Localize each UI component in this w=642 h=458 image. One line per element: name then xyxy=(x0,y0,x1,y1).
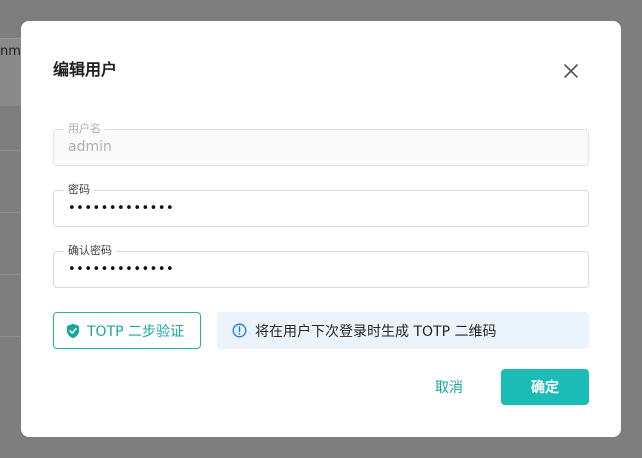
cancel-button[interactable]: 取消 xyxy=(421,369,477,405)
background-divider xyxy=(0,336,22,337)
username-field[interactable]: 用户名 admin xyxy=(53,122,589,166)
confirm-password-field[interactable]: 确认密码 ••••••••••••• xyxy=(53,244,589,288)
background-text: nmc xyxy=(0,44,22,59)
totp-info-alert: 将在用户下次登录时生成 TOTP 二维码 xyxy=(217,312,589,349)
info-circle-icon xyxy=(232,323,247,338)
background-divider xyxy=(0,212,22,213)
confirm-button[interactable]: 确定 xyxy=(501,369,589,405)
background-divider xyxy=(0,274,22,275)
password-field[interactable]: 密码 ••••••••••••• xyxy=(53,183,589,227)
info-text: 将在用户下次登录时生成 TOTP 二维码 xyxy=(255,323,497,340)
dialog-title: 编辑用户 xyxy=(53,60,118,79)
edit-user-dialog: 编辑用户 用户名 admin 密码 ••••••••••••• 确认密码 •••… xyxy=(21,21,621,437)
close-button[interactable] xyxy=(559,59,583,83)
username-value: admin xyxy=(68,139,112,155)
totp-button-label: TOTP 二步验证 xyxy=(87,323,185,340)
password-value: ••••••••••••• xyxy=(68,201,175,216)
shield-check-icon xyxy=(67,323,79,338)
totp-2fa-button[interactable]: TOTP 二步验证 xyxy=(53,312,201,349)
close-icon xyxy=(564,64,578,78)
background-divider xyxy=(0,150,22,151)
confirm-password-value: ••••••••••••• xyxy=(68,262,175,277)
